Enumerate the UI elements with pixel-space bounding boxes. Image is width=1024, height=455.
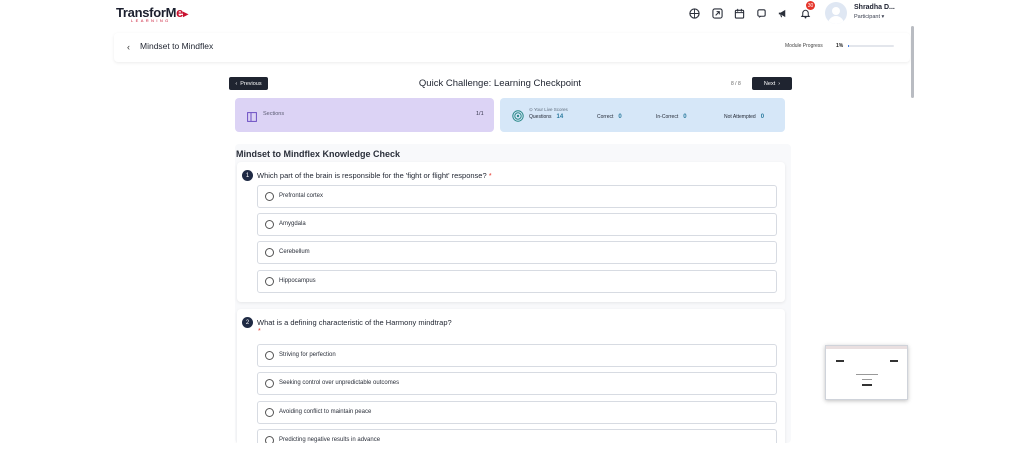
avatar[interactable] [825, 2, 847, 24]
option-prefrontal-cortex[interactable]: Prefrontal cortex [257, 185, 777, 208]
radio-button[interactable] [265, 248, 274, 257]
chevron-right-icon: › [778, 80, 781, 87]
external-link-icon[interactable] [712, 8, 723, 19]
module-progress-fill [848, 45, 849, 47]
chevron-left-icon[interactable]: ‹ [127, 42, 130, 52]
target-icon [512, 109, 524, 122]
option-seeking-control[interactable]: Seeking control over unpredictable outco… [257, 372, 777, 395]
chevron-left-icon: ‹ [235, 80, 238, 87]
module-progress-value: 1% [836, 43, 844, 49]
logo-subtitle: LEARNING [131, 18, 171, 23]
question-card-1: 1 Which part of the brain is responsible… [237, 162, 785, 302]
quiz-heading: Mindset to Mindflex Knowledge Check [236, 149, 401, 159]
notification-badge: 30 [806, 1, 815, 10]
previous-button[interactable]: ‹ Previous [229, 77, 268, 90]
radio-button[interactable] [265, 220, 274, 229]
question-text: Which part of the brain is responsible f… [257, 171, 492, 180]
option-amygdala[interactable]: Amygdala [257, 213, 777, 236]
page-scrollbar[interactable] [911, 26, 914, 98]
radio-button[interactable] [265, 351, 274, 360]
option-label: Hippocampus [279, 278, 316, 284]
option-label: Avoiding conflict to maintain peace [279, 409, 372, 415]
option-label: Seeking control over unpredictable outco… [279, 380, 400, 386]
app-window: TransforMe▸ LEARNING 30 Shradha D... Par… [109, 0, 915, 443]
option-cerebellum[interactable]: Cerebellum [257, 241, 777, 264]
next-label: Next [763, 80, 776, 87]
next-button[interactable]: Next › [752, 77, 792, 90]
radio-button[interactable] [265, 408, 274, 417]
radio-button[interactable] [265, 277, 274, 286]
chat-icon[interactable] [756, 8, 767, 19]
option-predicting-negative-results[interactable]: Predicting negative results in advance [257, 429, 777, 443]
question-text: What is a defining characteristic of the… [257, 318, 452, 327]
megaphone-icon[interactable] [777, 8, 788, 19]
page-bottom-margin [0, 443, 1024, 455]
radio-button[interactable] [265, 192, 274, 201]
sections-icon [247, 109, 257, 122]
option-label: Striving for perfection [279, 352, 336, 358]
incorrect-score: In-Correct 0 [656, 114, 687, 120]
not-attempted-score: Not Attempted 0 [724, 114, 765, 120]
option-label: Amygdala [279, 221, 306, 227]
page-preview-thumbnail[interactable] [825, 345, 908, 400]
question-number: 1 [242, 170, 253, 181]
sections-label: Sections [263, 111, 285, 117]
top-navbar: TransforMe▸ LEARNING 30 Shradha D... Par… [109, 0, 915, 27]
live-scores-card: ⊙ Your Live Scores Questions 14 Correct 0 … [500, 98, 785, 132]
required-mark: * [258, 328, 261, 335]
page-count: 8 / 8 [731, 81, 741, 87]
user-name[interactable]: Shradha D... [854, 4, 895, 11]
sections-count: 1/1 [476, 111, 484, 117]
question-card-2: 2 What is a defining characteristic of t… [237, 309, 785, 443]
module-title: Mindset to Mindflex [140, 41, 214, 51]
previous-label: Previous [240, 80, 262, 87]
user-role-dropdown[interactable]: Participant ▾ [854, 14, 884, 20]
questions-score: Questions 14 [529, 114, 564, 120]
correct-score: Correct 0 [597, 114, 622, 120]
radio-button[interactable] [265, 379, 274, 388]
quiz-title: Quick Challenge: Learning Checkpoint [418, 78, 582, 89]
option-label: Prefrontal cortex [279, 193, 324, 199]
question-number: 2 [242, 317, 253, 328]
radio-button[interactable] [265, 436, 274, 443]
option-striving-for-perfection[interactable]: Striving for perfection [257, 344, 777, 367]
module-progress-label: Module Progress [785, 43, 823, 49]
logo-arrow-icon: ▸ [183, 9, 188, 20]
module-header: ‹ Mindset to Mindflex Module Progress 1% [114, 33, 910, 62]
option-hippocampus[interactable]: Hippocampus [257, 270, 777, 293]
option-avoiding-conflict[interactable]: Avoiding conflict to maintain peace [257, 401, 777, 424]
calendar-icon[interactable] [734, 8, 745, 19]
sections-card[interactable]: Sections 1/1 [235, 98, 494, 132]
globe-icon[interactable] [689, 8, 700, 19]
option-label: Cerebellum [279, 249, 310, 255]
live-scores-label: ⊙ Your Live Scores [529, 107, 568, 112]
module-progress-bar [848, 45, 894, 47]
